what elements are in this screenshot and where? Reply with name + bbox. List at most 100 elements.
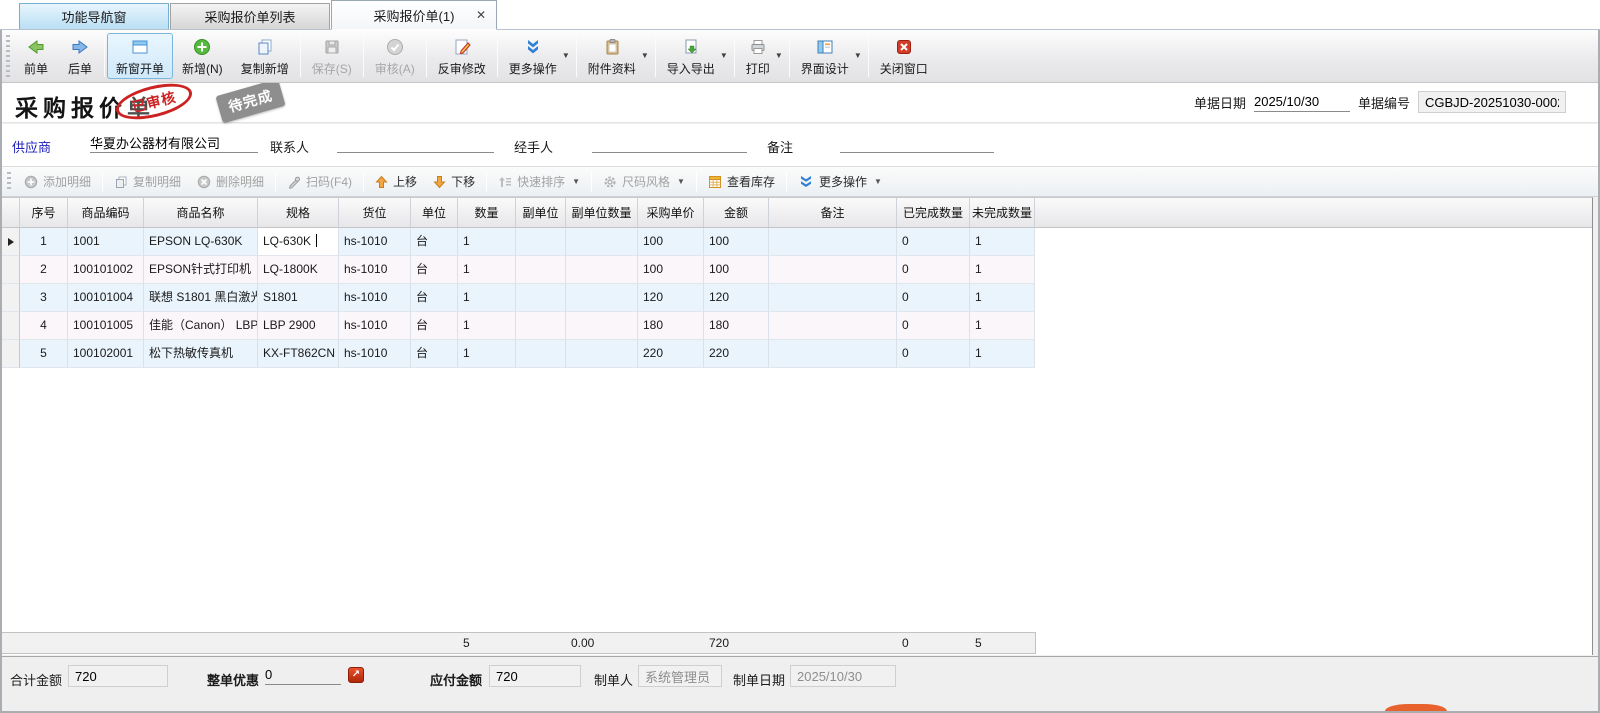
view-stock-button[interactable]: 查看库存 [700,170,783,193]
grid-cell[interactable]: 100102001 [68,340,144,368]
grid-header-cell[interactable]: 货位 [339,198,411,227]
move-down-button[interactable]: 下移 [425,170,483,193]
grid-cell[interactable]: 120 [704,284,769,312]
grid-header-cell[interactable]: 规格 [258,198,339,227]
grid-cell[interactable]: 1 [458,284,516,312]
grid-cell[interactable] [566,284,638,312]
copy-new-button[interactable]: 复制新增 [232,33,298,79]
grid-header-cell[interactable]: 备注 [769,198,897,227]
grid-cell[interactable]: 100 [704,228,769,256]
grid-cell[interactable]: EPSON LQ-630K [144,228,258,256]
grid-cell[interactable]: 220 [638,340,704,368]
add-new-button[interactable]: 新增(N) [173,33,232,79]
grid-cell[interactable] [769,340,897,368]
grid-cell[interactable]: hs-1010 [339,228,411,256]
grid-cell[interactable]: 台 [411,312,458,340]
grid-cell[interactable]: 1 [458,228,516,256]
row-selector[interactable] [2,284,20,312]
unaudit-button[interactable]: 反审修改 [429,33,495,79]
dropdown-caret-icon[interactable]: ▼ [874,177,882,186]
grid-cell[interactable]: 100101004 [68,284,144,312]
grid-cell[interactable]: 0 [897,340,970,368]
attachments-button[interactable]: 附件资料 ▼ [579,33,653,79]
grid-cell[interactable]: 3 [20,284,68,312]
grid-cell[interactable]: 台 [411,228,458,256]
new-window-button[interactable]: 新窗开单 [107,33,173,79]
grid-cell[interactable]: hs-1010 [339,256,411,284]
grid-cell[interactable]: 5 [20,340,68,368]
grid-cell[interactable]: 1 [970,340,1035,368]
grid-cell[interactable]: S1801 [258,284,339,312]
grid-header-cell[interactable]: 副单位数量 [566,198,638,227]
grid-cell[interactable]: 0 [897,284,970,312]
grid-header-cell[interactable]: 数量 [458,198,516,227]
grid-cell[interactable] [769,312,897,340]
ui-design-button[interactable]: 界面设计 ▼ [792,33,866,79]
row-selector[interactable] [2,228,20,256]
grid-cell[interactable] [566,340,638,368]
grid-cell[interactable]: 100 [638,256,704,284]
grid-cell[interactable]: 1 [970,256,1035,284]
grid-cell[interactable] [566,256,638,284]
grid-cell[interactable]: 1 [970,312,1035,340]
discount-edit-button[interactable]: ↗ [348,667,364,683]
row-selector[interactable] [2,256,20,284]
detail-toolbar-grip[interactable] [7,172,11,192]
grid-header-cell[interactable]: 未完成数量 [970,198,1035,227]
detail-more-operations-button[interactable]: 更多操作 ▼ [790,170,890,193]
grid-cell[interactable]: 1 [970,284,1035,312]
grid-cell[interactable]: KX-FT862CN [258,340,339,368]
grid-header-cell[interactable]: 商品名称 [144,198,258,227]
grid-cell[interactable]: 100101002 [68,256,144,284]
grid-cell[interactable]: 2 [20,256,68,284]
contact-input[interactable] [337,133,494,153]
grid-cell[interactable]: 1 [20,228,68,256]
grid-cell[interactable]: 0 [897,256,970,284]
grid-cell[interactable]: 台 [411,256,458,284]
grid-cell[interactable] [566,312,638,340]
grid-header-cell[interactable]: 单位 [411,198,458,227]
grid-cell[interactable]: 0 [897,228,970,256]
grid-cell[interactable]: LQ-1800K [258,256,339,284]
grid-cell[interactable]: LQ-630K [258,228,339,256]
grid-cell[interactable]: hs-1010 [339,284,411,312]
grid-cell[interactable] [769,256,897,284]
grid-cell[interactable]: 220 [704,340,769,368]
tab-quotation-active[interactable]: 采购报价单(1) ✕ [331,0,497,30]
grid-cell[interactable] [769,228,897,256]
grid-cell[interactable]: 180 [704,312,769,340]
grid-cell[interactable]: 1 [458,256,516,284]
grid-cell[interactable]: 联想 S1801 黑白激光 [144,284,258,312]
close-window-button[interactable]: 关闭窗口 [871,33,937,79]
move-up-button[interactable]: 上移 [367,170,425,193]
dropdown-caret-icon[interactable]: ▼ [854,51,862,60]
grid-header-cell[interactable]: 金额 [704,198,769,227]
grid-cell[interactable]: 100101005 [68,312,144,340]
grid-cell[interactable]: 1 [458,312,516,340]
grid-cell[interactable] [516,228,566,256]
dropdown-caret-icon[interactable]: ▼ [562,51,570,60]
grid-cell[interactable] [516,340,566,368]
grid-cell[interactable]: 松下热敏传真机 [144,340,258,368]
grid-cell[interactable]: 1 [970,228,1035,256]
grid-cell[interactable]: hs-1010 [339,340,411,368]
next-doc-button[interactable]: 后单 [58,33,102,79]
grid-corner-cell[interactable] [2,198,20,227]
grid-cell[interactable]: 1 [458,340,516,368]
dropdown-caret-icon[interactable]: ▼ [641,51,649,60]
grid-cell[interactable]: 台 [411,284,458,312]
grid-cell[interactable]: 台 [411,340,458,368]
grid-cell[interactable]: 1001 [68,228,144,256]
toolbar-grip[interactable] [6,35,10,77]
prev-doc-button[interactable]: 前单 [14,33,58,79]
grid-cell[interactable] [516,312,566,340]
grid-cell[interactable] [516,284,566,312]
note-input[interactable] [840,133,994,153]
grid-cell[interactable]: LBP 2900 [258,312,339,340]
grid-cell[interactable]: EPSON针式打印机 [144,256,258,284]
grid-cell[interactable]: 100 [704,256,769,284]
supplier-input[interactable] [90,133,258,153]
import-export-button[interactable]: 导入导出 ▼ [658,33,732,79]
grid-header-cell[interactable]: 已完成数量 [897,198,970,227]
doc-date-input[interactable] [1254,92,1350,112]
